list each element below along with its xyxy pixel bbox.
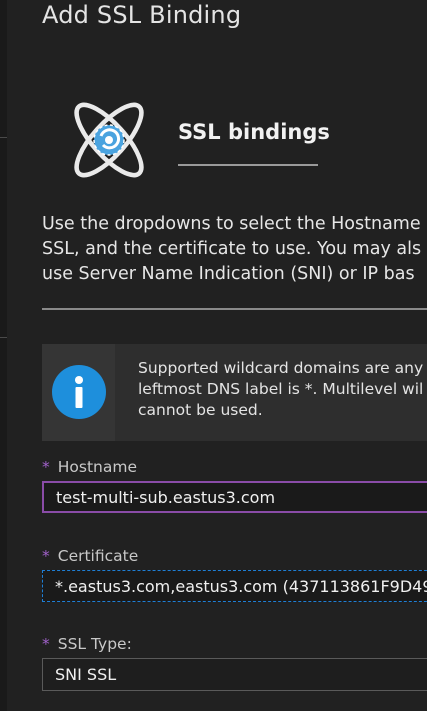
info-message: Supported wildcard domains are any leftm… bbox=[138, 358, 423, 421]
description-line: SSL, and the certificate to use. You may… bbox=[42, 239, 422, 259]
section-divider bbox=[42, 308, 427, 310]
ssl-type-value: SNI SSL bbox=[55, 665, 117, 684]
hostname-dropdown[interactable]: test-multi-sub.eastus3.com bbox=[42, 481, 427, 513]
left-panel-divider bbox=[0, 137, 7, 138]
required-marker: * bbox=[42, 635, 50, 653]
certificate-label-text: Certificate bbox=[57, 547, 139, 565]
info-line: leftmost DNS label is *. Multilevel wil bbox=[138, 380, 424, 398]
hostname-value: test-multi-sub.eastus3.com bbox=[56, 488, 276, 507]
required-marker: * bbox=[42, 458, 50, 476]
description-line: Use the dropdowns to select the Hostname bbox=[42, 214, 421, 234]
description-line: use Server Name Indication (SNI) or IP b… bbox=[42, 264, 415, 284]
info-line: Supported wildcard domains are any bbox=[138, 359, 424, 377]
certificate-dropdown[interactable]: *.eastus3.com,eastus3.com (437113861F9D4… bbox=[42, 570, 427, 602]
info-line: cannot be used. bbox=[138, 401, 263, 419]
left-panel-edge bbox=[0, 0, 7, 711]
required-marker: * bbox=[42, 547, 50, 565]
hostname-label: * Hostname bbox=[42, 458, 137, 476]
info-icon-area bbox=[42, 344, 115, 441]
wildcard-info-banner: Supported wildcard domains are any leftm… bbox=[42, 344, 427, 441]
ssl-type-label-text: SSL Type: bbox=[57, 635, 132, 653]
add-ssl-binding-blade: Add SSL Binding SSL bindings Use the dro… bbox=[0, 0, 427, 711]
left-panel-divider bbox=[0, 337, 7, 338]
description-text: Use the dropdowns to select the Hostname… bbox=[42, 212, 427, 287]
hostname-label-text: Hostname bbox=[57, 458, 137, 476]
hero-title: SSL bindings bbox=[178, 120, 330, 144]
ssl-bindings-orbit-icon bbox=[60, 92, 158, 188]
blade-title: Add SSL Binding bbox=[42, 1, 242, 29]
ssl-type-dropdown[interactable]: SNI SSL bbox=[42, 658, 427, 691]
ssl-type-label: * SSL Type: bbox=[42, 635, 132, 653]
hero-title-underline bbox=[178, 164, 318, 166]
certificate-value: *.eastus3.com,eastus3.com (437113861F9D4… bbox=[55, 577, 427, 596]
info-icon bbox=[52, 365, 106, 419]
certificate-label: * Certificate bbox=[42, 547, 138, 565]
